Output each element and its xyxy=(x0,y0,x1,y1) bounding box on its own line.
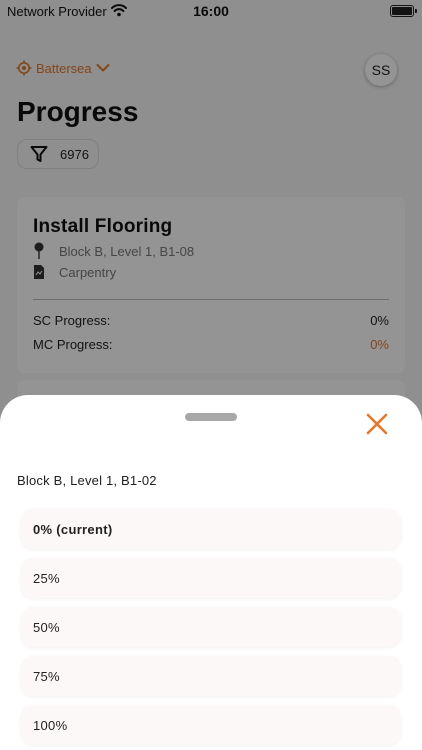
sheet-grabber[interactable] xyxy=(185,413,237,421)
progress-bottom-sheet: Block B, Level 1, B1-02 0% (current) 25%… xyxy=(0,395,422,750)
close-icon[interactable] xyxy=(364,411,390,437)
progress-option-0[interactable]: 0% (current) xyxy=(21,509,401,549)
progress-option-50[interactable]: 50% xyxy=(21,607,401,647)
sheet-location: Block B, Level 1, B1-02 xyxy=(17,473,157,488)
progress-option-100[interactable]: 100% xyxy=(21,705,401,745)
progress-option-75[interactable]: 75% xyxy=(21,656,401,696)
progress-option-25[interactable]: 25% xyxy=(21,558,401,598)
